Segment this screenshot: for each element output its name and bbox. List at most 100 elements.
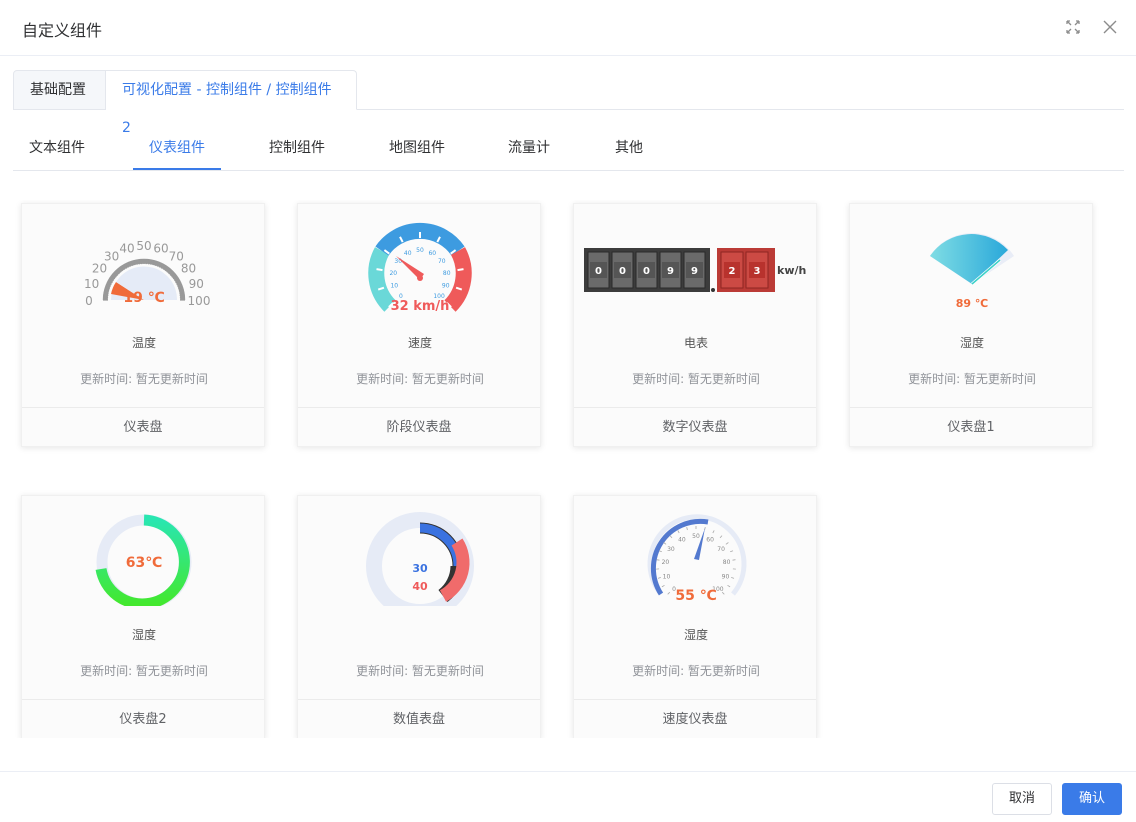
- speed-tick: [727, 584, 731, 588]
- card-footer-label: 速度仪表盘: [574, 699, 816, 738]
- speed-tick: [677, 530, 680, 534]
- gauge-card-ring[interactable]: 63℃ 湿度 更新时间: 暂无更新时间 仪表盘2: [21, 495, 265, 738]
- dialog-title: 自定义组件: [22, 21, 103, 40]
- card-footer-label: 数字仪表盘: [574, 407, 816, 447]
- stage-tick: [457, 268, 464, 272]
- dial-scale-label: 80: [181, 262, 196, 276]
- meter-decimal-digit: 3: [754, 266, 761, 277]
- dial-scale-label: 20: [92, 262, 107, 276]
- card-footer-label: 仪表盘2: [22, 699, 264, 738]
- meter-digit: 9: [667, 266, 674, 277]
- digital-meter-graphic: 0 0 0 9 9 2 3 kw/h: [584, 248, 806, 292]
- tab-visual-config[interactable]: 可视化配置 - 控制组件 / 控制组件2: [106, 70, 357, 136]
- active-tab-indicator: [133, 168, 221, 170]
- dial-gauge-graphic: 010203040 50 60708090100 19 ℃: [84, 239, 211, 308]
- numeric-dial: 30 40: [298, 510, 542, 620]
- speed-scale-label: 80: [723, 559, 731, 566]
- card-update-time: 更新时间: 暂无更新时间: [80, 664, 208, 678]
- tab-control-components[interactable]: 控制组件: [253, 128, 341, 171]
- dial-scale-label: 60: [153, 242, 168, 256]
- speed-scale-label: 60: [706, 536, 714, 543]
- card-name: 温度: [131, 336, 156, 350]
- stage-scale-label: 90: [442, 282, 450, 289]
- gauge-card-dial[interactable]: 0 10 20 30 40 50 60 70 80 90 100 19 ℃ 温度 更新时间: 暂无更…: [21, 203, 265, 447]
- speed-tick: [657, 577, 661, 579]
- meter-digit: 9: [691, 266, 698, 277]
- dial-tick: [138, 259, 141, 265]
- gauge-card-numeric[interactable]: 30 40 更新时间: 暂无更新时间 数值表盘: [297, 495, 541, 738]
- dial-scale-label: 30: [104, 250, 119, 264]
- stage-scale-label: 50: [416, 247, 424, 254]
- stage-tick: [376, 268, 383, 272]
- speed-tick: [730, 550, 734, 553]
- stage-scale-label: 30: [394, 258, 402, 265]
- meter-digit: 0: [619, 266, 626, 277]
- dial-scale-label: 100: [188, 294, 211, 308]
- stage-scale-label: 40: [404, 250, 412, 257]
- speed-tick: [656, 559, 660, 561]
- ring-gauge: 63℃: [22, 510, 266, 610]
- cancel-button[interactable]: 取消: [992, 783, 1052, 815]
- stage-gauge-graphic: 010203040 50 60708090100 32 km/h: [368, 222, 472, 314]
- dial-tick: [179, 294, 185, 297]
- meter-digit: 0: [595, 266, 602, 277]
- dial-scale-label: 0: [85, 294, 93, 308]
- card-update-time: 更新时间: 暂无更新时间: [80, 372, 208, 386]
- card-update-time: 更新时间: 暂无更新时间: [908, 372, 1036, 386]
- dial-scale-label: 10: [84, 277, 99, 291]
- card-footer-label: 仪表盘: [22, 407, 264, 447]
- fan-gauge-reading: 89 ℃: [956, 297, 988, 310]
- gauge-card-stage[interactable]: 0 10 20 30 40 50 60 70 80 90 100 32 km/h 速度 更新时间: …: [297, 203, 541, 447]
- tab-other[interactable]: 其他: [605, 128, 653, 171]
- ring-gauge-graphic: 63℃: [95, 514, 192, 610]
- custom-component-dialog: 自定义组件 基础配置 可视化配置 - 控制组件 / 控制组件2 文本组件 仪表组…: [0, 0, 1136, 822]
- dialog-header: 自定义组件: [0, 0, 1136, 56]
- card-name: 湿度: [959, 336, 984, 350]
- tab-text-components[interactable]: 文本组件: [13, 128, 101, 171]
- stage-gauge: 0 10 20 30 40 50 60 70 80 90 100 32 km/h: [298, 218, 542, 314]
- stage-scale-label: 20: [389, 270, 397, 277]
- card-footer-label: 阶段仪表盘: [298, 407, 540, 447]
- dial-gauge-reading: 19 ℃: [123, 290, 164, 306]
- ring-gauge-reading: 63℃: [126, 555, 162, 571]
- speed-tick: [661, 584, 665, 588]
- dial-tick: [103, 294, 109, 297]
- card-update-time: 更新时间: 暂无更新时间: [632, 372, 760, 386]
- numeric-dial-graphic: 30 40: [366, 512, 474, 620]
- dial-scale-label: 50: [136, 239, 151, 253]
- stage-scale-label: 80: [443, 270, 451, 277]
- dial-gauge: 0 10 20 30 40 50 60 70 80 90 100 19 ℃: [22, 218, 266, 314]
- speed-scale-label: 50: [692, 533, 700, 540]
- confirm-button[interactable]: 确认: [1062, 783, 1122, 815]
- gauge-card-speed[interactable]: 0 10 20 30 40 50 60 70 80 90 100 55 ℃ 湿度 更新时间: 暂无更…: [573, 495, 817, 738]
- tab-basic-config[interactable]: 基础配置: [13, 70, 106, 110]
- card-footer-label: 仪表盘1: [850, 407, 1092, 447]
- gauge-card-digital[interactable]: 0 0 0 9 9 2 3 kw/h 电表 更新时间: 暂无更新时间 数字仪表盘: [573, 203, 817, 447]
- card-update-time: 更新时间: 暂无更新时间: [356, 372, 484, 386]
- speed-scale-label: 70: [717, 546, 725, 553]
- tab-map-components[interactable]: 地图组件: [373, 128, 461, 171]
- dial-scale-label: 90: [189, 277, 204, 291]
- dial-scale-label: 40: [119, 242, 134, 256]
- speed-tick: [663, 542, 667, 545]
- maximize-icon[interactable]: [1062, 16, 1084, 38]
- stage-scale-label: 60: [428, 250, 436, 257]
- gauge-card-grid: 0 10 20 30 40 50 60 70 80 90 100 19 ℃ 温度 更新时间: 暂无更…: [0, 200, 1136, 738]
- speed-gauge-reading: 55 ℃: [675, 588, 716, 604]
- digital-meter: 0 0 0 9 9 2 3 kw/h: [574, 218, 818, 314]
- meter-unit: kw/h: [777, 264, 806, 277]
- speed-scale-label: 30: [667, 546, 675, 553]
- speed-tick: [686, 527, 688, 531]
- stage-scale-label: 70: [438, 258, 446, 265]
- tab-gauge-components[interactable]: 仪表组件: [133, 128, 221, 171]
- card-name: 电表: [683, 336, 708, 350]
- gauge-card-fan[interactable]: 89 ℃ 湿度 更新时间: 暂无更新时间 仪表盘1: [849, 203, 1093, 447]
- card-name: 速度: [407, 336, 432, 350]
- speed-scale-label: 20: [662, 559, 670, 566]
- speed-tick: [725, 542, 729, 545]
- speed-scale-label: 90: [722, 574, 730, 581]
- close-icon[interactable]: [1099, 16, 1121, 38]
- card-name: 湿度: [683, 628, 708, 642]
- tab-flowmeter[interactable]: 流量计: [493, 128, 565, 171]
- speed-tick: [731, 577, 735, 579]
